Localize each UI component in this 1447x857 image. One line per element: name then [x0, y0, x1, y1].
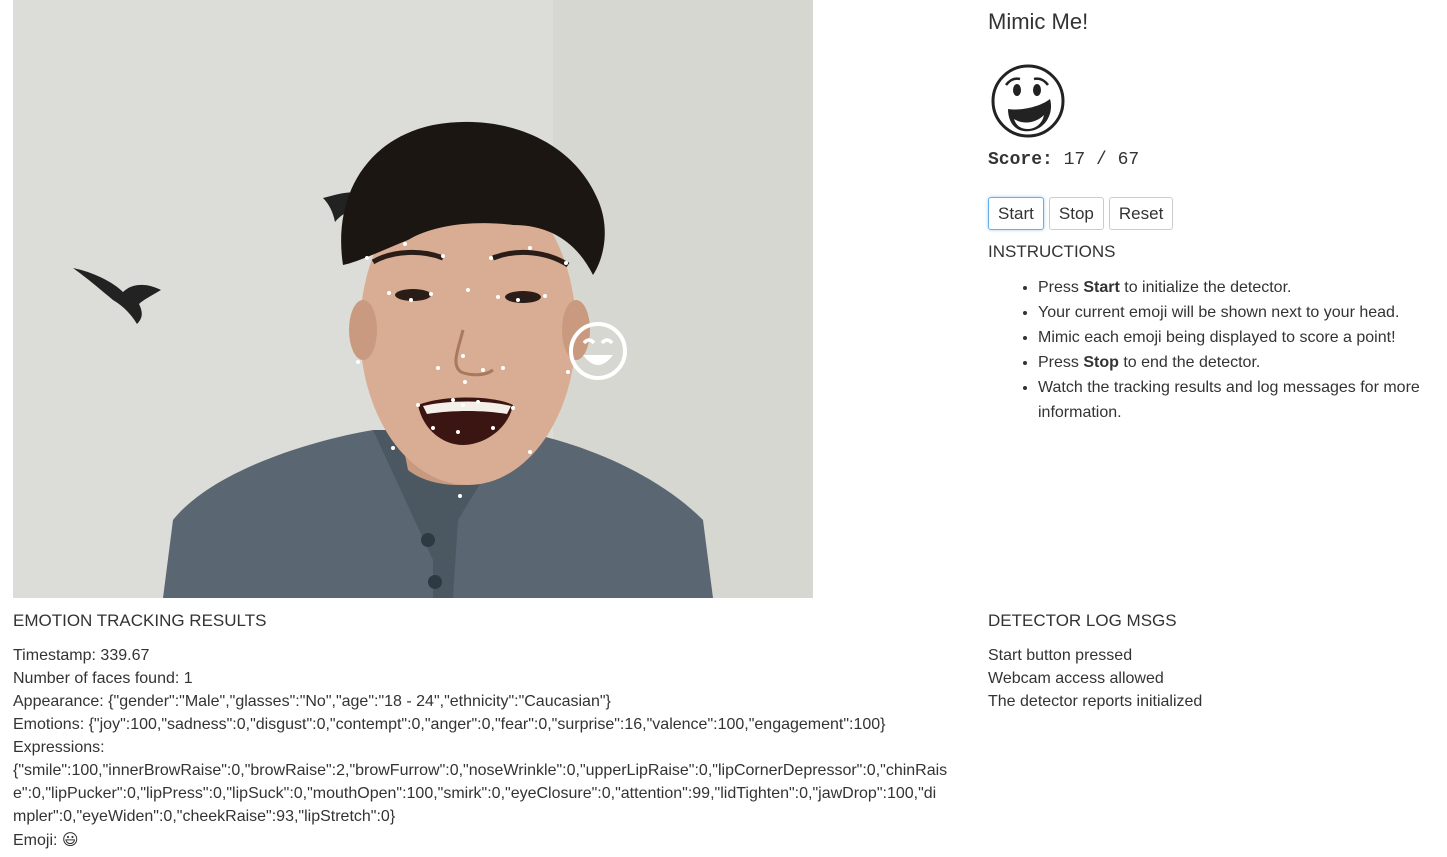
landmark-point — [451, 398, 455, 402]
instruction-item: Press Start to initialize the detector. — [1038, 275, 1438, 300]
landmark-point — [387, 291, 391, 295]
expressions-label: Expressions: — [13, 739, 105, 756]
log-message: Webcam access allowed — [988, 670, 1164, 687]
emotions-text: Emotions: {"joy":100,"sadness":0,"disgus… — [13, 716, 886, 733]
stop-button[interactable]: Stop — [1048, 197, 1104, 230]
landmark-point — [461, 403, 465, 407]
landmark-point — [441, 254, 445, 258]
instructions-list: Press Start to initialize the detector. … — [988, 275, 1438, 425]
webcam-feed — [13, 0, 813, 598]
start-button[interactable]: Start — [988, 197, 1044, 230]
score-display: Score: 17 / 67 — [988, 150, 1139, 170]
landmark-point — [489, 256, 493, 260]
timestamp-text: Timestamp: 339.67 — [13, 647, 150, 664]
landmark-point — [496, 295, 500, 299]
emoji-line: Emoji: 😃 — [13, 828, 953, 852]
landmark-point — [528, 450, 532, 454]
landmark-point — [476, 400, 480, 404]
instruction-item: Mimic each emoji being displayed to scor… — [1038, 325, 1438, 350]
landmark-point — [436, 366, 440, 370]
button-group: Start Stop Reset — [988, 197, 1174, 230]
emoji-value: 😃 — [61, 830, 79, 849]
landmark-point — [431, 426, 435, 430]
landmark-point — [511, 406, 515, 410]
landmark-point — [365, 256, 369, 260]
tracking-results: EMOTION TRACKING RESULTS Timestamp: 339.… — [13, 611, 953, 852]
landmark-point — [566, 370, 570, 374]
instructions-heading: INSTRUCTIONS — [988, 242, 1116, 261]
landmark-point — [491, 426, 495, 430]
log-message: Start button pressed — [988, 647, 1133, 664]
landmark-point — [391, 446, 395, 450]
landmark-point — [461, 354, 465, 358]
landmark-point — [564, 261, 568, 265]
results-heading: EMOTION TRACKING RESULTS — [13, 611, 267, 630]
landmark-point — [409, 298, 413, 302]
landmark-point — [481, 368, 485, 372]
landmark-point — [416, 403, 420, 407]
instruction-item: Watch the tracking results and log messa… — [1038, 375, 1438, 425]
expressions-text: {"smile":100,"innerBrowRaise":0,"browRai… — [13, 762, 948, 825]
emoji-label: Emoji: — [13, 832, 62, 849]
reset-button[interactable]: Reset — [1108, 197, 1174, 230]
landmark-point — [516, 298, 520, 302]
score-value: 17 / 67 — [1063, 150, 1140, 170]
detector-log: DETECTOR LOG MSGS Start button pressed W… — [988, 611, 1428, 713]
app-title: Mimic Me! — [988, 9, 1089, 34]
instruction-item: Your current emoji will be shown next to… — [1038, 300, 1438, 325]
landmark-point — [458, 494, 462, 498]
appearance-text: Appearance: {"gender":"Male","glasses":"… — [13, 693, 611, 710]
landmark-point — [466, 288, 470, 292]
laughing-emoji-icon — [991, 64, 1065, 138]
landmark-point — [501, 366, 505, 370]
log-message: The detector reports initialized — [988, 693, 1203, 710]
landmark-point — [356, 360, 360, 364]
log-heading: DETECTOR LOG MSGS — [988, 611, 1177, 630]
instruction-item: Press Stop to end the detector. — [1038, 350, 1438, 375]
landmark-point — [456, 430, 460, 434]
faces-count-text: Number of faces found: 1 — [13, 670, 193, 687]
score-label: Score: — [988, 150, 1053, 170]
webcam-scene — [13, 0, 813, 598]
landmark-point — [403, 242, 407, 246]
landmark-point — [429, 292, 433, 296]
landmark-point — [543, 294, 547, 298]
landmark-point — [528, 246, 532, 250]
landmark-point — [463, 380, 467, 384]
